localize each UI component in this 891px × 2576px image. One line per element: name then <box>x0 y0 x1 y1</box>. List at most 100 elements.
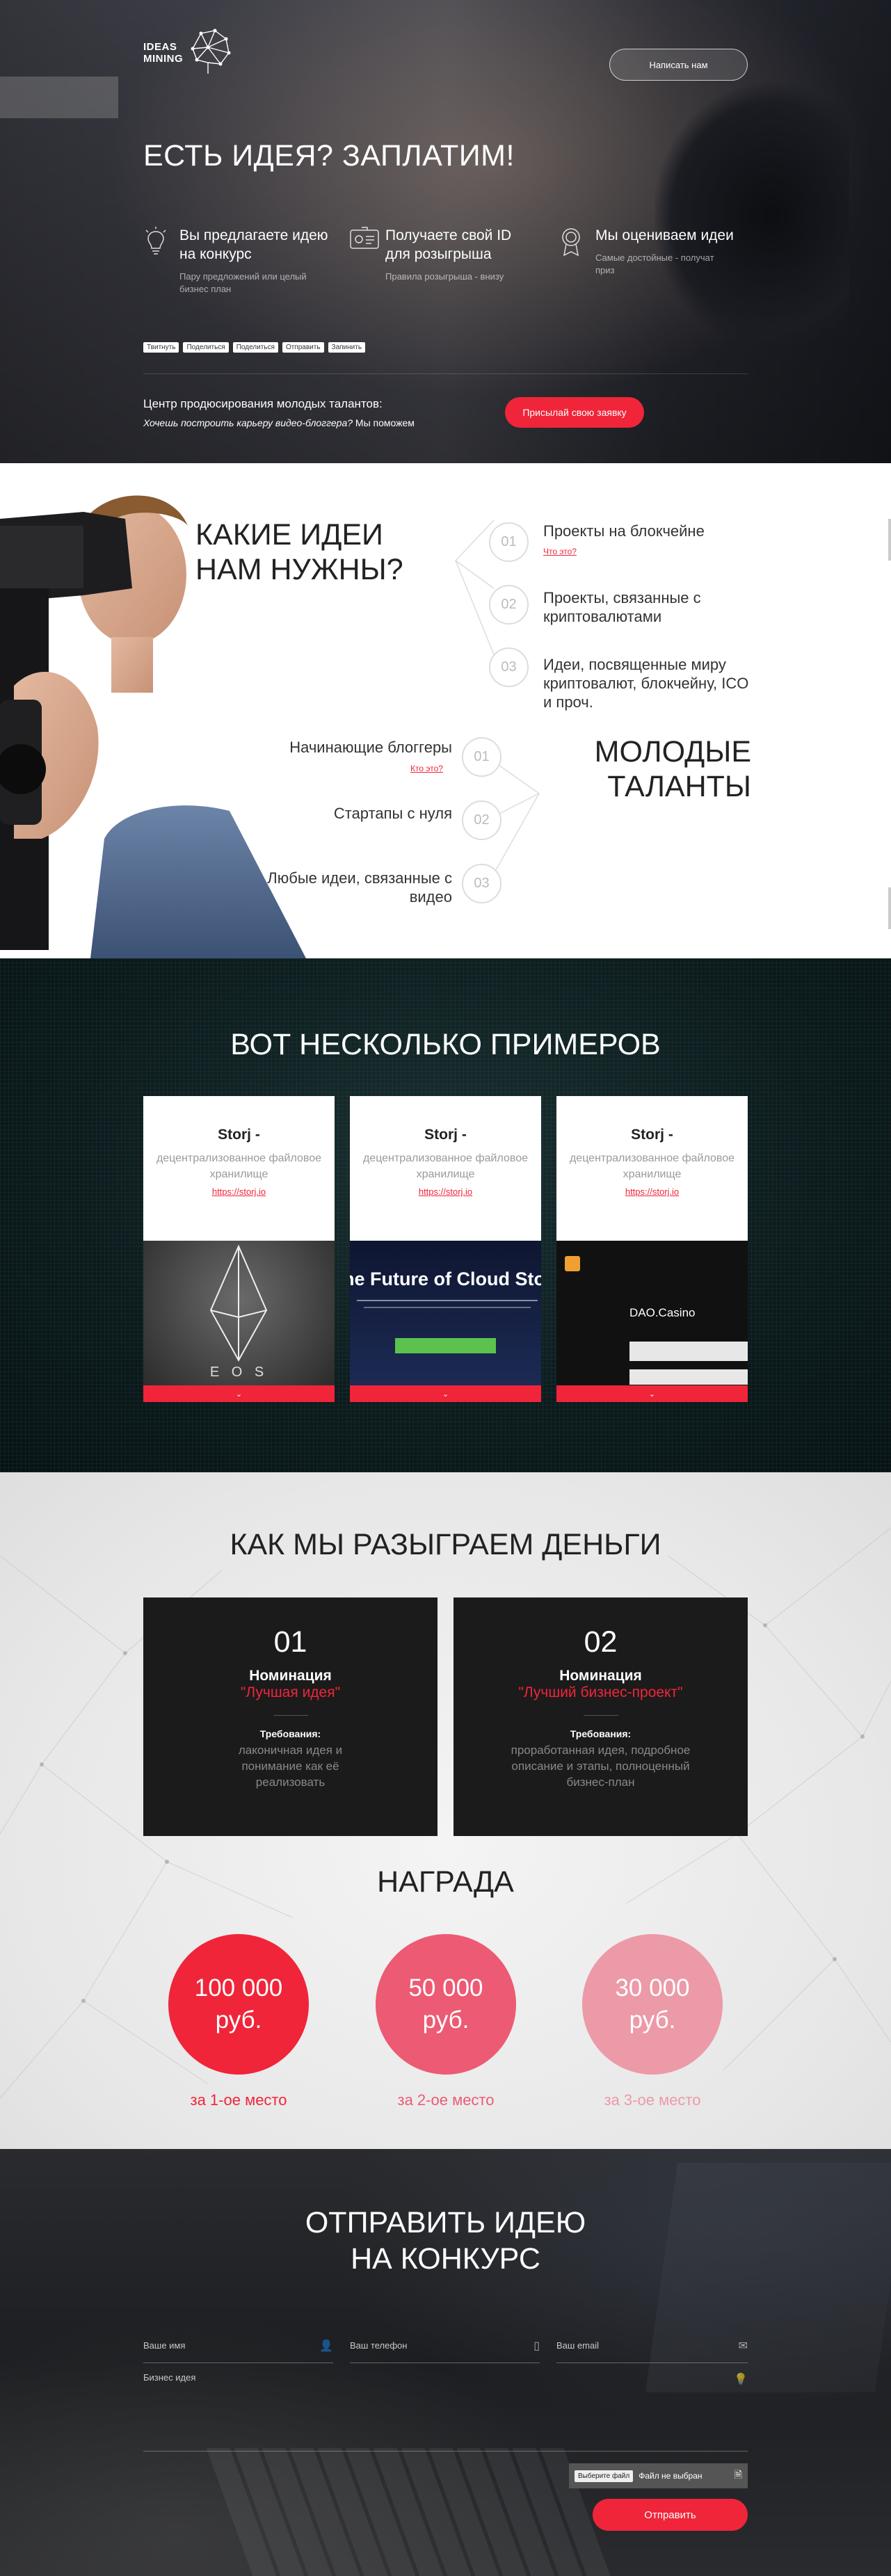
nomination-card: 01 Номинация "Лучшая идея" Требования: л… <box>143 1597 438 1836</box>
file-upload[interactable]: Выберите файл Файл не выбран 🗎 <box>569 2463 748 2488</box>
idea-text: Идеи, посвященные миру криптовалют, блок… <box>543 656 749 711</box>
prize-currency: руб. <box>629 2006 676 2034</box>
requirements-text: лаконичная идея и понимание как её реали… <box>238 1744 343 1789</box>
talents-title-line2: ТАЛАНТЫ <box>607 770 751 803</box>
example-card[interactable]: Storj - децентрализованное файловое хран… <box>556 1096 748 1402</box>
keyboard-decor <box>206 2448 615 2576</box>
share-pinterest-button[interactable]: Запинить <box>328 342 366 353</box>
talent-number: 01 <box>462 737 501 777</box>
envelope-icon: ✉ <box>738 2340 748 2352</box>
example-name: Storj - <box>218 1127 260 1143</box>
logo[interactable]: IDEAS MINING <box>143 28 232 78</box>
example-link[interactable]: https://storj.io <box>143 1186 335 1197</box>
requirements-text: проработанная идея, подробное описание и… <box>511 1744 691 1789</box>
prize-amount: 100 000 <box>194 1974 283 2002</box>
prize-amount: 30 000 <box>615 1974 690 2002</box>
example-name: Storj - <box>631 1127 673 1143</box>
prize-label: за 3-ое место <box>604 2091 701 2109</box>
how-title: КАК МЫ РАЗЫГРАЕМ ДЕНЬГИ <box>230 1528 661 1561</box>
talents-title: МОЛОДЫЕ ТАЛАНТЫ <box>584 734 751 804</box>
idea-placeholder: Бизнес идея <box>143 2372 196 2383</box>
examples-section: ВОТ НЕСКОЛЬКО ПРИМЕРОВ Storj - децентрал… <box>0 958 891 1472</box>
feature-subtitle: Пару предложений или целый бизнес план <box>179 271 307 294</box>
feature-id: Получаете свой ID для розыгрыша Правила … <box>349 226 537 283</box>
id-card-icon <box>349 226 379 283</box>
prize-first: 100 000 руб. <box>168 1934 309 2075</box>
feature-evaluate: Мы оцениваем идеи Самые достойные - полу… <box>559 226 747 277</box>
choose-file-button[interactable]: Выберите файл <box>575 2470 634 2482</box>
example-desc: децентрализованное файловое хранилище <box>362 1152 529 1180</box>
what-is-it-link[interactable]: Что это? <box>543 547 577 556</box>
form-title-line1: ОТПРАВИТЬ ИДЕЮ <box>305 2206 586 2239</box>
who-is-it-link[interactable]: Кто это? <box>410 764 443 773</box>
share-vk-button[interactable]: Поделиться <box>232 342 278 353</box>
requirements-label: Требования: <box>259 1728 321 1739</box>
nomination-card: 02 Номинация "Лучший бизнес-проект" Треб… <box>453 1597 748 1836</box>
name-placeholder: Ваше имя <box>143 2340 186 2351</box>
name-field[interactable]: Ваше имя 👤 <box>143 2328 333 2363</box>
idea-number: 03 <box>489 647 529 687</box>
document-icon: 🗎 <box>734 2469 742 2480</box>
example-card[interactable]: Storj - децентрализованное файловое хран… <box>350 1096 541 1402</box>
user-icon: 👤 <box>319 2340 333 2352</box>
submit-button[interactable]: Отправить <box>593 2499 748 2531</box>
chevron-down-icon[interactable]: ⌄ <box>143 1385 335 1402</box>
share-buttons: Твитнуть Поделиться Поделиться Отправить… <box>143 342 366 353</box>
email-field[interactable]: Ваш email ✉ <box>556 2328 748 2363</box>
reward-title: НАГРАДА <box>377 1865 514 1899</box>
apply-button[interactable]: Присылай свою заявку <box>505 397 644 428</box>
talent-text: Начинающие блоггеры <box>289 739 452 756</box>
example-card[interactable]: Storj - децентрализованное файловое хран… <box>143 1096 335 1402</box>
prize-third: 30 000 руб. <box>582 1934 723 2075</box>
hero-shelf-decor <box>0 77 118 118</box>
example-image-daocasino: DAO.Casino <box>556 1241 748 1385</box>
phone-field[interactable]: Ваш телефон ▯ <box>350 2328 540 2363</box>
example-image-text: DAO.Casino <box>629 1306 696 1319</box>
idea-text: Проекты на блокчейне <box>543 522 705 540</box>
logo-line2: MINING <box>143 53 184 65</box>
form-title: ОТПРАВИТЬ ИДЕЮ НА КОНКУРС <box>0 2205 891 2277</box>
example-image-storj: he Future of Cloud Stor <box>350 1241 541 1385</box>
talent-text: Любые идеи, связанные с видео <box>267 869 452 905</box>
prize-currency: руб. <box>422 2006 469 2034</box>
talent-text: Стартапы с нуля <box>333 805 452 822</box>
feature-propose: Вы предлагаете идею на конкурс Пару пред… <box>143 226 331 296</box>
lightbulb-icon <box>143 226 170 296</box>
phone-placeholder: Ваш телефон <box>350 2340 408 2351</box>
share-telegram-button[interactable]: Отправить <box>282 342 324 353</box>
example-link[interactable]: https://storj.io <box>350 1186 541 1197</box>
scroll-indicator <box>888 887 891 929</box>
example-name: Storj - <box>424 1127 467 1143</box>
prize-second: 50 000 руб. <box>376 1934 516 2075</box>
phone-icon: ▯ <box>533 2340 540 2352</box>
chevron-down-icon[interactable]: ⌄ <box>350 1385 541 1402</box>
nomination-label: Номинация <box>559 1668 642 1684</box>
nomination-value: "Лучшая идея" <box>240 1684 341 1700</box>
ideas-section: КАКИЕ ИДЕИ НАМ НУЖНЫ? 01 Проекты на блокч… <box>0 463 891 958</box>
nomination-divider <box>273 1715 308 1716</box>
nomination-number: 02 <box>584 1625 618 1659</box>
examples-title: ВОТ НЕСКОЛЬКО ПРИМЕРОВ <box>230 1028 661 1061</box>
feature-subtitle: Правила розыгрыша - внизу <box>385 271 504 282</box>
example-desc: децентрализованное файловое хранилище <box>156 1152 322 1180</box>
feature-subtitle: Самые достойные - получат приз <box>595 252 714 275</box>
form-title-line2: НА КОНКУРС <box>351 2242 540 2276</box>
share-twitter-button[interactable]: Твитнуть <box>143 342 179 353</box>
logo-line1: IDEAS <box>143 41 177 53</box>
example-link[interactable]: https://storj.io <box>556 1186 748 1197</box>
share-facebook-button[interactable]: Поделиться <box>183 342 229 353</box>
ideas-connector-lines <box>454 520 495 655</box>
contact-us-button[interactable]: Написать нам <box>609 49 748 81</box>
medal-icon <box>559 226 586 277</box>
lightbulb-icon: 💡 <box>734 2374 748 2385</box>
nomination-number: 01 <box>273 1625 307 1659</box>
idea-textarea[interactable]: Бизнес идея 💡 <box>143 2361 748 2452</box>
example-image-text: he Future of Cloud Stor <box>350 1269 541 1289</box>
prize-currency: руб. <box>215 2006 262 2034</box>
ideas-title-line1: КАКИЕ ИДЕИ <box>195 518 383 552</box>
submit-section: ОТПРАВИТЬ ИДЕЮ НА КОНКУРС Ваше имя 👤 Ваш … <box>0 2149 891 2576</box>
center-question: Хочешь построить карьеру видео-блоггера? <box>143 417 353 428</box>
ideas-title: КАКИЕ ИДЕИ НАМ НУЖНЫ? <box>195 517 403 587</box>
chevron-down-icon[interactable]: ⌄ <box>556 1385 748 1402</box>
how-section: КАК МЫ РАЗЫГРАЕМ ДЕНЬГИ 01 Номинация "Лу… <box>0 1472 891 2149</box>
